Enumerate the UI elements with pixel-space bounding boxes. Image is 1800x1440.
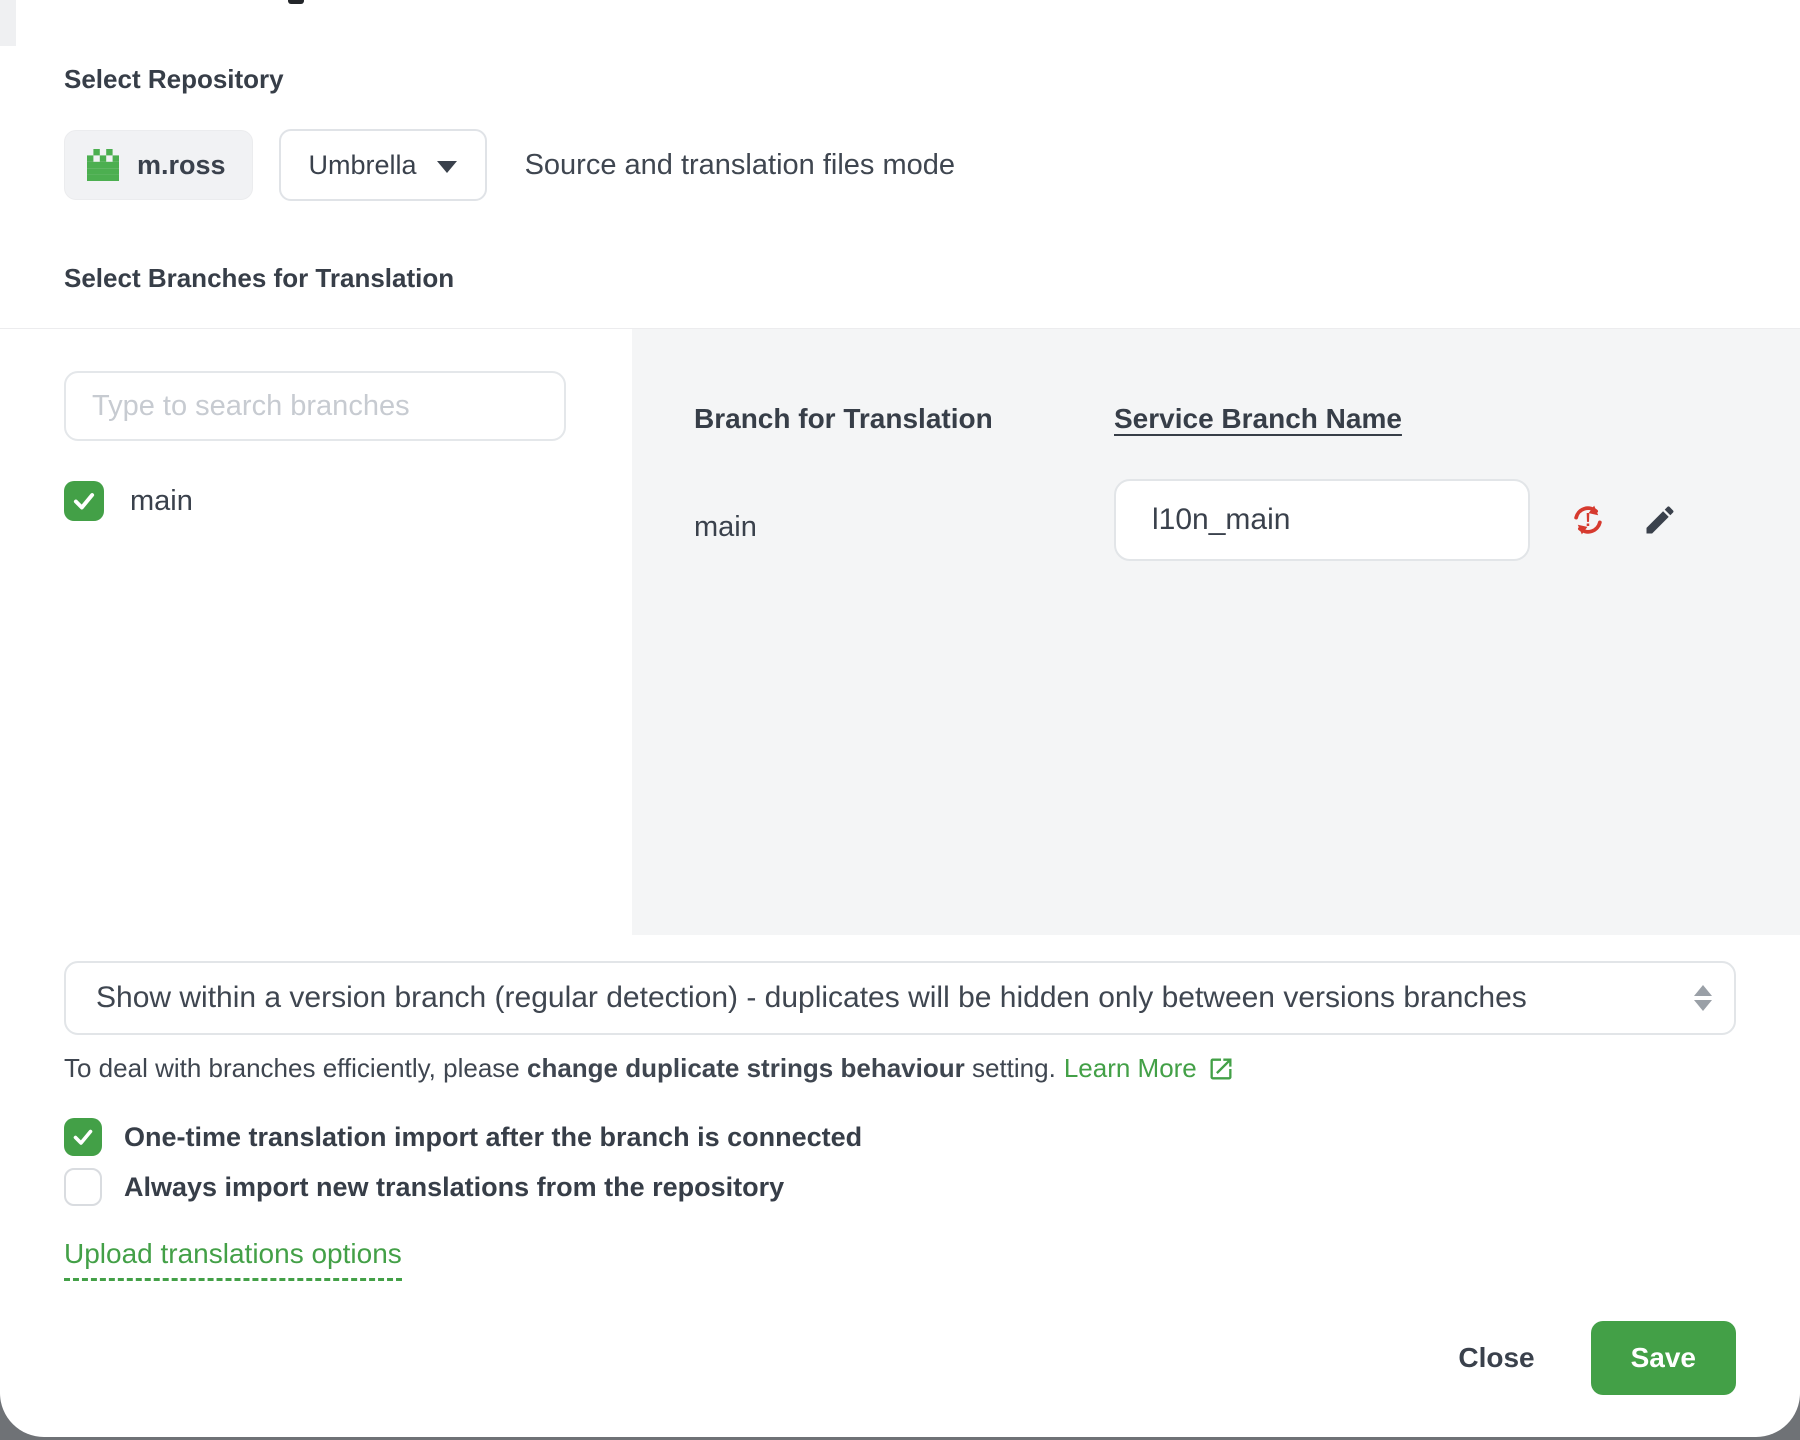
help-bold: change duplicate strings behaviour [527,1053,965,1084]
duplicate-strings-select[interactable]: Show within a version branch (regular de… [64,961,1736,1035]
cropped-content-sliver [0,0,16,46]
service-branch-table: Branch for Translation Service Branch Na… [694,403,1800,561]
duplicates-and-import-section: Show within a version branch (regular de… [0,935,1800,1395]
modal-footer: Close Save [64,1321,1736,1395]
option-label: One-time translation import after the br… [124,1122,862,1153]
column-header-service-branch[interactable]: Service Branch Name [1114,403,1402,435]
checkbox-unchecked-icon[interactable] [64,1168,102,1206]
learn-more-label: Learn More [1064,1053,1197,1084]
service-branch-pane: Branch for Translation Service Branch Na… [632,329,1800,935]
import-options-group: One-time translation import after the br… [64,1112,1736,1212]
external-link-icon [1207,1055,1235,1083]
repo-owner-label: m.ross [137,150,226,181]
option-always-import[interactable]: Always import new translations from the … [64,1162,1736,1212]
checkbox-checked-icon[interactable] [64,481,104,521]
help-prefix: To deal with branches efficiently, pleas… [64,1053,520,1084]
edit-pencil-icon[interactable] [1642,502,1678,538]
files-mode-label: Source and translation files mode [525,149,955,182]
checkbox-checked-icon[interactable] [64,1118,102,1156]
option-label: Always import new translations from the … [124,1172,784,1203]
close-button[interactable]: Close [1428,1322,1564,1394]
service-branch-name-input[interactable] [1114,479,1530,561]
branch-list-item-main[interactable]: main [64,481,632,521]
duplicates-help-text: To deal with branches efficiently, pleas… [64,1053,1736,1084]
chevron-down-icon [437,161,457,173]
option-onetime-import[interactable]: One-time translation import after the br… [64,1112,1736,1162]
upload-translations-options-link[interactable]: Upload translations options [64,1238,402,1281]
cropped-content-dash [288,0,304,4]
table-row-service-cell: ! [1114,479,1800,561]
project-dropdown-value: Umbrella [309,150,417,181]
column-header-branch: Branch for Translation [694,403,1114,435]
table-row-branch-label: main [694,511,1114,544]
sync-warning-icon[interactable]: ! [1570,502,1606,538]
branch-search-input[interactable] [64,371,566,441]
branches-split-panel: main Branch for Translation Service Bran… [0,328,1800,935]
select-updown-icon [1694,985,1712,1011]
repo-avatar-identicon-icon [87,149,119,181]
help-suffix: setting. [972,1053,1056,1084]
duplicate-strings-selected-option: Show within a version branch (regular de… [66,981,1734,1015]
learn-more-link[interactable]: Learn More [1064,1053,1235,1084]
repository-section: Select Repository m.ross Umbrella [0,0,1800,294]
branch-list-pane: main [0,329,632,935]
branch-name-label: main [130,485,193,518]
save-button[interactable]: Save [1591,1321,1736,1395]
repository-row: m.ross Umbrella Source and translation f… [64,129,1736,201]
select-branches-heading: Select Branches for Translation [64,263,1736,294]
select-repository-heading: Select Repository [64,64,1736,95]
project-dropdown[interactable]: Umbrella [279,129,487,201]
branch-connection-modal: Select Repository m.ross Umbrella [0,0,1800,1437]
repository-chip[interactable]: m.ross [64,130,253,200]
svg-text:!: ! [1585,510,1591,530]
